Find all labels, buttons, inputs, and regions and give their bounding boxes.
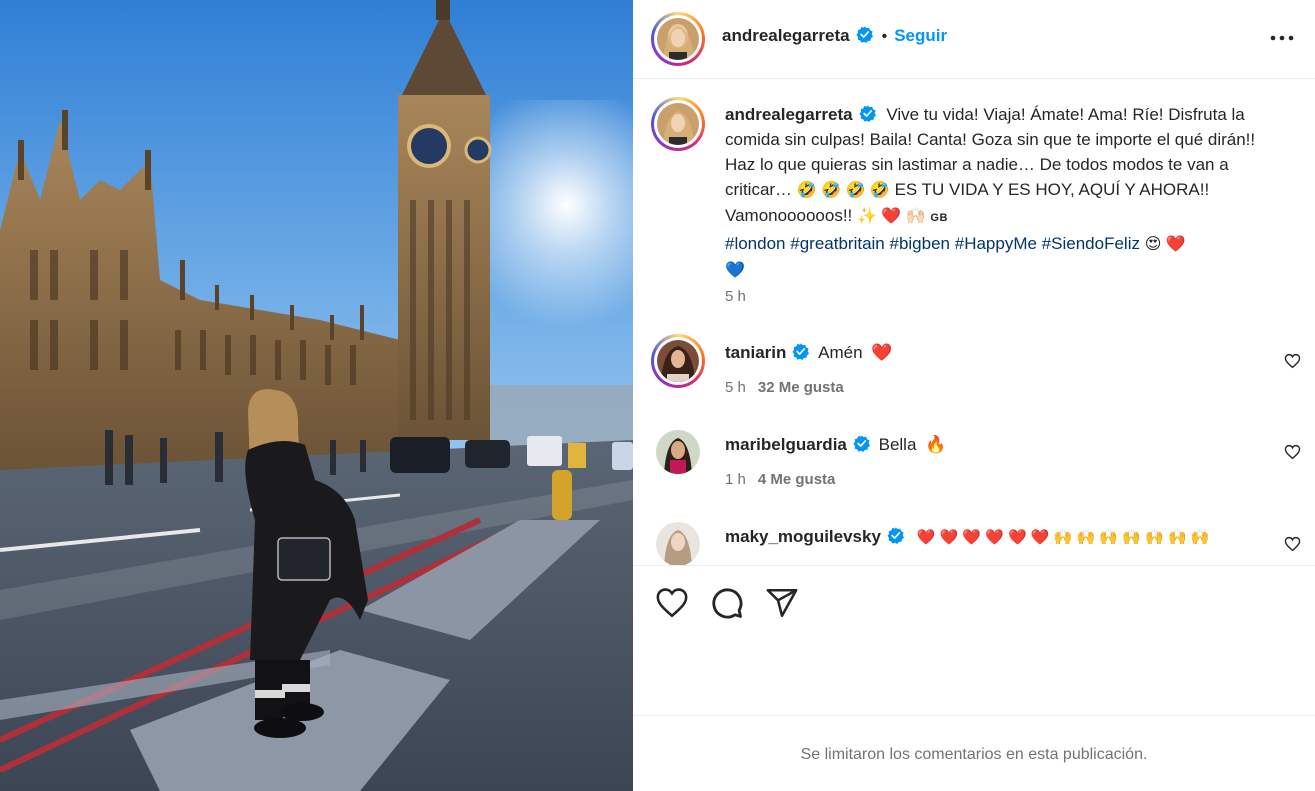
hashtag-happyme[interactable]: #HappyMe [955,234,1037,253]
share-icon[interactable] [765,586,799,620]
caption-emojis-love: 😍 ❤️ [1144,236,1186,253]
verified-badge-icon [792,343,810,360]
comment-heart-icon[interactable] [1284,353,1301,369]
hashtag-greatbritain[interactable]: #greatbritain [790,234,885,253]
post-header: andrealegarreta • Seguir [633,0,1315,79]
caption-flag-gb: GB [930,212,948,224]
hashtag-siendofeliz[interactable]: #SiendoFeliz [1042,234,1140,253]
commenter-avatar[interactable] [651,334,705,388]
heart-icon[interactable] [655,586,689,620]
caption-username[interactable]: andrealegarreta [725,105,876,124]
more-options-icon[interactable] [1269,26,1295,50]
author-username[interactable]: andrealegarreta [722,26,850,45]
verified-badge-icon [887,527,904,544]
comment-emoji: 🔥 [925,435,947,454]
caption-emojis-laughing: 🤣 🤣 🤣 🤣 [796,182,890,199]
post-photo [0,0,633,791]
commenter-username[interactable]: maribelguardia [725,435,847,454]
caption-author-avatar[interactable] [651,97,705,151]
verified-badge-icon [859,105,876,122]
post-actions-bar [633,565,1315,715]
comment-icon[interactable] [710,586,744,620]
hashtag-bigben[interactable]: #bigben [890,234,951,253]
caption-emoji-blue-heart: 💙 [725,262,745,279]
comments-limited-notice: Se limitaron los comentarios en esta pub… [633,715,1315,791]
comment-text: Amén [818,343,863,362]
separator-dot: • [881,28,888,45]
commenter-avatar[interactable] [656,522,700,565]
comment-emoji: ❤️ ❤️ ❤️ ❤️ ❤️ ❤️ 🙌 🙌 🙌 🙌 🙌 🙌 🙌 [916,529,1210,546]
author-avatar[interactable] [651,12,705,66]
comment-item: taniarin Amén ❤️ 5 h 32 Me gusta [633,330,1315,410]
comment-item: maky_moguilevsky ❤️ ❤️ ❤️ ❤️ ❤️ ❤️ 🙌 🙌 🙌… [633,514,1315,565]
comment-text: Bella [878,435,917,454]
comment-heart-icon[interactable] [1284,536,1301,552]
comment-emoji: ❤️ [871,343,893,362]
commenter-avatar[interactable] [656,430,700,474]
verified-badge-icon [856,26,873,43]
hashtag-london[interactable]: #london [725,234,786,253]
post-timestamp[interactable]: 5 h [725,288,746,305]
post-details-panel: andrealegarreta • Seguir andrealegarreta V… [633,0,1315,791]
comment-likes[interactable]: 32 Me gusta [758,379,844,396]
comment-time[interactable]: 5 h [725,379,746,396]
caption-emojis-sparkle-heart: ✨ ❤️ 🙌🏻 [857,208,926,225]
comment-time[interactable]: 1 h [725,471,746,488]
commenter-username[interactable]: maky_moguilevsky [725,527,881,546]
comment-likes[interactable]: 4 Me gusta [758,471,836,488]
follow-button[interactable]: Seguir [894,26,947,45]
verified-badge-icon [853,435,870,452]
post-caption: andrealegarreta Vive tu vida! Viaja! Áma… [725,102,1287,283]
commenter-username[interactable]: taniarin [725,343,786,362]
comment-heart-icon[interactable] [1284,444,1301,460]
comment-item: maribelguardia Bella 🔥 1 h 4 Me gusta [633,422,1315,502]
